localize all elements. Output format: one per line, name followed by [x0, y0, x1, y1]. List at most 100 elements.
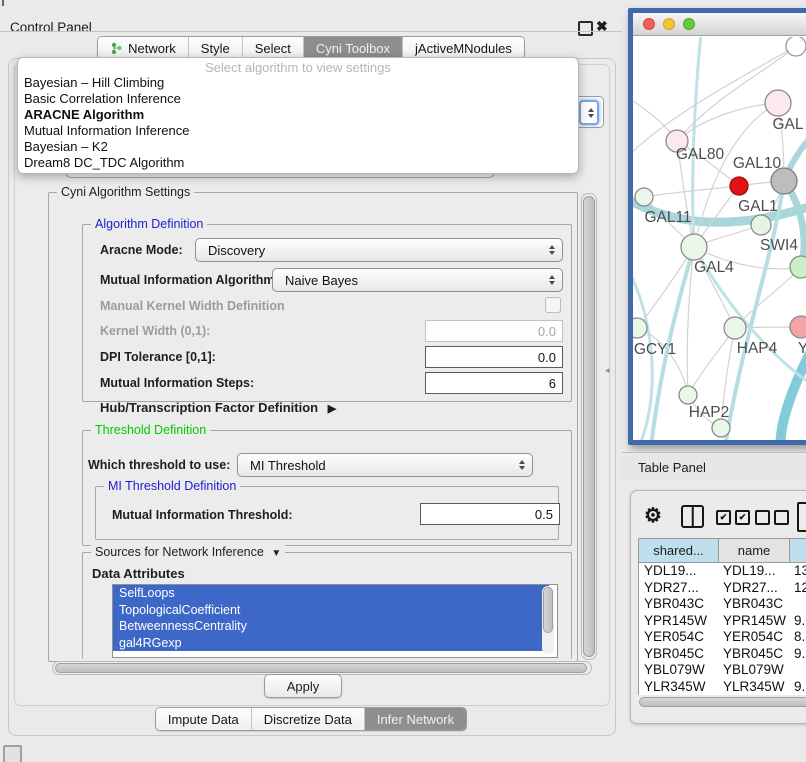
- table-body[interactable]: YDL19...YDL19...13YDR27...YDR27...12YBR0…: [638, 563, 806, 695]
- table-row[interactable]: YDL19...YDL19...13: [639, 563, 806, 580]
- tab-network[interactable]: Network: [98, 37, 188, 59]
- dropdown-item-aracne-algorithm[interactable]: ARACNE Algorithm: [18, 107, 578, 123]
- network-edge[interactable]: [735, 267, 801, 328]
- tab-jactivemnodules[interactable]: jActiveMNodules: [402, 37, 524, 59]
- group-title: MI Threshold Definition: [104, 479, 240, 493]
- table-row[interactable]: YLR345WYLR345W9.: [639, 679, 806, 696]
- dropdown-item-basic-correlation-inference[interactable]: Basic Correlation Inference: [18, 91, 578, 107]
- float-panel-icon[interactable]: [578, 21, 593, 36]
- kernel-width-input[interactable]: [425, 320, 563, 342]
- mi-threshold-label: Mutual Information Threshold:: [112, 508, 293, 522]
- network-node-gal[interactable]: [765, 90, 791, 116]
- settings-h-scrollbar[interactable]: [52, 661, 592, 675]
- panel-collapse-icon[interactable]: ◂: [605, 365, 610, 376]
- network-view-window[interactable]: GALGAL80GAL10GAL11GAL1SWI4GAL4GCY1HAP4YH…: [628, 8, 806, 445]
- dropdown-placeholder: Select algorithm to view settings: [18, 60, 578, 75]
- column-header-shared[interactable]: shared...: [638, 538, 719, 563]
- table-row[interactable]: YER054CYER054C8.: [639, 629, 806, 646]
- tab-infer-network[interactable]: Infer Network: [364, 708, 466, 730]
- group-title: Threshold Definition: [91, 423, 210, 437]
- hub-definition-toggle[interactable]: Hub/Transcription Factor Definition ▶: [100, 400, 336, 415]
- gear-icon[interactable]: ⚙: [644, 503, 662, 528]
- select-all-columns-icon[interactable]: ✔✔: [716, 510, 750, 525]
- column-header-name[interactable]: name: [718, 538, 790, 563]
- attribute-item-gal4rgexp[interactable]: gal4RGexp: [113, 635, 549, 652]
- settings-scrollbar[interactable]: [581, 193, 597, 660]
- restore-panel-icon[interactable]: [3, 745, 22, 762]
- table-row[interactable]: YBL079WYBL079W: [639, 662, 806, 679]
- combobox-arrows-icon: [549, 245, 555, 255]
- mi-type-combobox[interactable]: Naive Bayes: [272, 268, 563, 292]
- kernel-width-label: Kernel Width (0,1):: [100, 324, 210, 338]
- network-node-y[interactable]: [790, 316, 806, 338]
- apply-button-label: Apply: [287, 679, 320, 694]
- network-node-gal1[interactable]: [751, 215, 771, 235]
- manual-kernel-label: Manual Kernel Width Definition: [100, 299, 285, 313]
- export-table-icon[interactable]: [797, 502, 806, 532]
- tab-impute-data[interactable]: Impute Data: [156, 708, 251, 730]
- table-h-scrollbar[interactable]: [637, 696, 806, 708]
- dropdown-item-bayesian-k2[interactable]: Bayesian – K2: [18, 139, 578, 155]
- tab-select[interactable]: Select: [242, 37, 303, 59]
- attribute-list-scrollbar[interactable]: [542, 586, 554, 654]
- network-node[interactable]: [730, 177, 748, 195]
- aracne-mode-combobox[interactable]: Discovery: [195, 238, 563, 262]
- network-window-titlebar[interactable]: [633, 13, 806, 36]
- apply-button[interactable]: Apply: [264, 674, 342, 698]
- sources-toggle[interactable]: Sources for Network Inference ▼: [91, 545, 285, 559]
- attribute-item-betweennesscentrality[interactable]: BetweennessCentrality: [113, 618, 549, 635]
- table-row[interactable]: YPR145WYPR145W9.: [639, 613, 806, 630]
- table-cell: [791, 596, 806, 613]
- node-label: HAP2: [689, 404, 730, 421]
- network-node-swi4[interactable]: [790, 256, 806, 278]
- zoom-traffic-light-icon[interactable]: [683, 18, 695, 30]
- table-cell: YLR345W: [720, 679, 791, 696]
- table-cell: [791, 662, 806, 679]
- mi-steps-input[interactable]: [425, 372, 563, 394]
- network-node-hap4[interactable]: [724, 317, 746, 339]
- dropdown-item-mutual-information-inference[interactable]: Mutual Information Inference: [18, 123, 578, 139]
- table-row[interactable]: YDR27...YDR27...12: [639, 580, 806, 597]
- minimize-traffic-light-icon[interactable]: [663, 18, 675, 30]
- table-row[interactable]: YBR045CYBR045C9.: [639, 646, 806, 663]
- node-label: GAL: [772, 116, 803, 133]
- table-cell: YBR045C: [639, 646, 720, 663]
- network-edge[interactable]: [693, 37, 701, 247]
- close-traffic-light-icon[interactable]: [643, 18, 655, 30]
- attribute-item-selfloops[interactable]: SelfLoops: [113, 585, 549, 602]
- dpi-tolerance-input[interactable]: [425, 346, 563, 368]
- network-node-hap2[interactable]: [679, 386, 697, 404]
- table-cell: YBR045C: [720, 646, 791, 663]
- mi-threshold-input[interactable]: [420, 503, 560, 525]
- table-cell: 12: [791, 580, 806, 597]
- which-threshold-combobox[interactable]: MI Threshold: [237, 453, 533, 477]
- table-cell: 9.: [791, 679, 806, 696]
- manual-kernel-checkbox[interactable]: [545, 297, 561, 313]
- tab-cyni-toolbox[interactable]: Cyni Toolbox: [303, 37, 402, 59]
- mi-type-value: Naive Bayes: [285, 273, 358, 288]
- node-label: HAP4: [737, 340, 778, 357]
- network-node[interactable]: [786, 37, 806, 56]
- network-edge[interactable]: [677, 103, 778, 141]
- split-columns-icon[interactable]: [681, 505, 704, 528]
- network-edge[interactable]: [688, 328, 735, 395]
- network-canvas[interactable]: GALGAL80GAL10GAL11GAL1SWI4GAL4GCY1HAP4YH…: [633, 37, 806, 440]
- combobox-stepper[interactable]: [579, 100, 599, 125]
- tab-style[interactable]: Style: [188, 37, 242, 59]
- dropdown-item-dream8-dc-tdc-algorithm[interactable]: Dream8 DC_TDC Algorithm: [18, 155, 578, 171]
- data-attributes-list[interactable]: SelfLoopsTopologicalCoefficientBetweenne…: [112, 584, 558, 658]
- table-row[interactable]: YBR043CYBR043C: [639, 596, 806, 613]
- network-node[interactable]: [712, 419, 730, 437]
- column-header-partial[interactable]: [789, 538, 806, 563]
- tab-discretize-data[interactable]: Discretize Data: [251, 708, 364, 730]
- network-node-gal11[interactable]: [635, 188, 653, 206]
- network-node-gcy1[interactable]: [633, 318, 647, 338]
- close-icon[interactable]: ✖: [596, 18, 608, 35]
- table-panel-title: Table Panel: [638, 460, 706, 475]
- deselect-all-columns-icon[interactable]: [755, 510, 789, 525]
- dropdown-item-bayesian-hill-climbing[interactable]: Bayesian – Hill Climbing: [18, 75, 578, 91]
- mi-steps-label: Mutual Information Steps:: [100, 376, 254, 390]
- network-node-gal4[interactable]: [681, 234, 707, 260]
- network-edge[interactable]: [637, 328, 688, 395]
- attribute-item-topologicalcoefficient[interactable]: TopologicalCoefficient: [113, 602, 549, 619]
